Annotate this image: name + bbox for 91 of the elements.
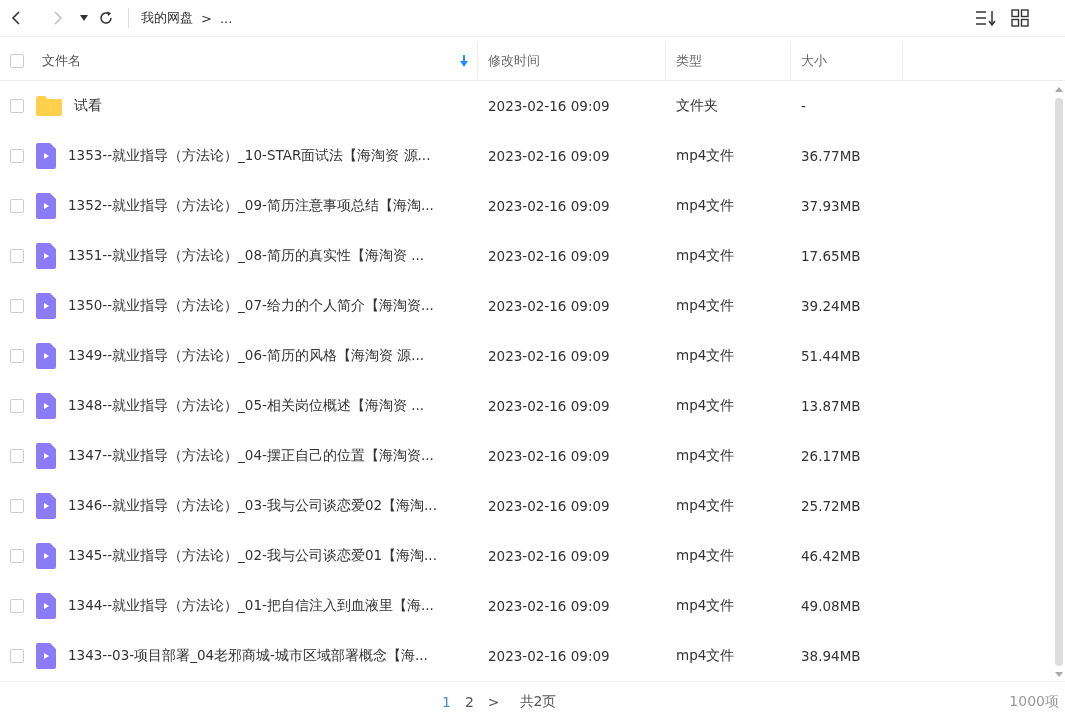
scroll-up-icon[interactable] <box>1055 87 1063 92</box>
modified-time: 2023-02-16 09:09 <box>488 648 610 664</box>
file-size: 39.24MB <box>801 298 861 314</box>
file-name[interactable]: 1343--03-项目部署_04老邪商城-城市区域部署概念【海... <box>68 647 428 665</box>
modified-time: 2023-02-16 09:09 <box>488 398 610 414</box>
file-size: - <box>801 98 806 114</box>
file-name[interactable]: 1345--就业指导（方法论）_02-我与公司谈恋爱01【海淘... <box>68 547 437 565</box>
file-size: 26.17MB <box>801 448 861 464</box>
file-name[interactable]: 1351--就业指导（方法论）_08-简历的真实性【海淘资 ... <box>68 247 425 265</box>
file-type: mp4文件 <box>676 397 735 415</box>
checkbox[interactable] <box>10 449 24 463</box>
file-size: 17.65MB <box>801 248 861 264</box>
file-size: 37.93MB <box>801 198 861 214</box>
checkbox[interactable] <box>10 599 24 613</box>
file-type: mp4文件 <box>676 547 735 565</box>
file-size: 13.87MB <box>801 398 861 414</box>
modified-time: 2023-02-16 09:09 <box>488 198 610 214</box>
column-header[interactable]: 大小 <box>801 52 827 70</box>
modified-time: 2023-02-16 09:09 <box>488 548 610 564</box>
dropdown-caret-icon[interactable] <box>80 15 88 21</box>
modified-time: 2023-02-16 09:09 <box>488 248 610 264</box>
modified-time: 2023-02-16 09:09 <box>488 598 610 614</box>
video-file-icon <box>36 243 56 269</box>
file-size: 51.44MB <box>801 348 861 364</box>
file-name[interactable]: 1347--就业指导（方法论）_04-摆正自己的位置【海淘资... <box>68 447 434 465</box>
file-name[interactable]: 1349--就业指导（方法论）_06-简历的风格【海淘资 源... <box>68 347 425 365</box>
next-page-link[interactable]: > <box>487 694 500 710</box>
modified-time: 2023-02-16 09:09 <box>488 448 610 464</box>
file-type: mp4文件 <box>676 497 735 515</box>
file-name[interactable]: 试看 <box>74 97 102 115</box>
video-file-icon <box>36 643 56 669</box>
modified-time: 2023-02-16 09:09 <box>488 348 610 364</box>
file-size: 46.42MB <box>801 548 861 564</box>
video-file-icon <box>36 543 56 569</box>
page-link[interactable]: 2 <box>464 694 474 710</box>
breadcrumb-text: ... <box>219 10 233 26</box>
file-name[interactable]: 1348--就业指导（方法论）_05-相关岗位概述【海淘资 ... <box>68 397 425 415</box>
file-name[interactable]: 1346--就业指导（方法论）_03-我与公司谈恋爱02【海淘... <box>68 497 437 515</box>
modified-time: 2023-02-16 09:09 <box>488 98 610 114</box>
column-header[interactable]: 文件名 <box>42 52 81 70</box>
scrollbar-thumb[interactable] <box>1055 98 1063 666</box>
modified-time: 2023-02-16 09:09 <box>488 148 610 164</box>
file-name[interactable]: 1350--就业指导（方法论）_07-给力的个人简介【海淘资... <box>68 297 434 315</box>
file-size: 25.72MB <box>801 498 861 514</box>
scroll-down-icon[interactable] <box>1055 672 1063 677</box>
column-header[interactable]: 修改时间 <box>488 52 540 70</box>
file-type: mp4文件 <box>676 597 735 615</box>
video-file-icon <box>36 393 56 419</box>
checkbox[interactable] <box>10 299 24 313</box>
checkbox[interactable] <box>10 149 24 163</box>
file-size: 49.08MB <box>801 598 861 614</box>
file-type: mp4文件 <box>676 147 735 165</box>
sort-icon[interactable] <box>975 9 997 27</box>
video-file-icon <box>36 443 56 469</box>
modified-time: 2023-02-16 09:09 <box>488 298 610 314</box>
checkbox[interactable] <box>10 399 24 413</box>
total-pages: 共2页 <box>519 693 557 711</box>
file-type: mp4文件 <box>676 447 735 465</box>
checkbox[interactable] <box>10 649 24 663</box>
video-file-icon <box>36 593 56 619</box>
file-name[interactable]: 1344--就业指导（方法论）_01-把自信注入到血液里【海... <box>68 597 434 615</box>
breadcrumb-link[interactable]: 我的网盘 <box>141 9 193 27</box>
file-name[interactable]: 1352--就业指导（方法论）_09-简历注意事项总结【海淘... <box>68 197 434 215</box>
modified-time: 2023-02-16 09:09 <box>488 498 610 514</box>
grid-view-icon[interactable] <box>1011 9 1029 27</box>
file-type: mp4文件 <box>676 347 735 365</box>
file-type: mp4文件 <box>676 297 735 315</box>
checkbox[interactable] <box>10 549 24 563</box>
checkbox[interactable] <box>10 199 24 213</box>
video-file-icon <box>36 143 56 169</box>
item-count: 1000项 <box>1009 693 1059 711</box>
checkbox[interactable] <box>10 54 24 68</box>
file-type: mp4文件 <box>676 647 735 665</box>
checkbox[interactable] <box>10 499 24 513</box>
checkbox[interactable] <box>10 349 24 363</box>
video-file-icon <box>36 193 56 219</box>
checkbox[interactable] <box>10 249 24 263</box>
file-size: 36.77MB <box>801 148 861 164</box>
file-type: 文件夹 <box>676 97 718 115</box>
video-file-icon <box>36 293 56 319</box>
video-file-icon <box>36 493 56 519</box>
file-size: 38.94MB <box>801 648 861 664</box>
folder-icon <box>36 96 62 116</box>
file-name[interactable]: 1353--就业指导（方法论）_10-STAR面试法【海淘资 源... <box>68 147 431 165</box>
video-file-icon <box>36 343 56 369</box>
column-header[interactable]: 类型 <box>676 52 702 70</box>
refresh-icon[interactable] <box>98 10 114 26</box>
file-type: mp4文件 <box>676 247 735 265</box>
file-type: mp4文件 <box>676 197 735 215</box>
checkbox[interactable] <box>10 99 24 113</box>
breadcrumb-text: > <box>201 10 212 26</box>
